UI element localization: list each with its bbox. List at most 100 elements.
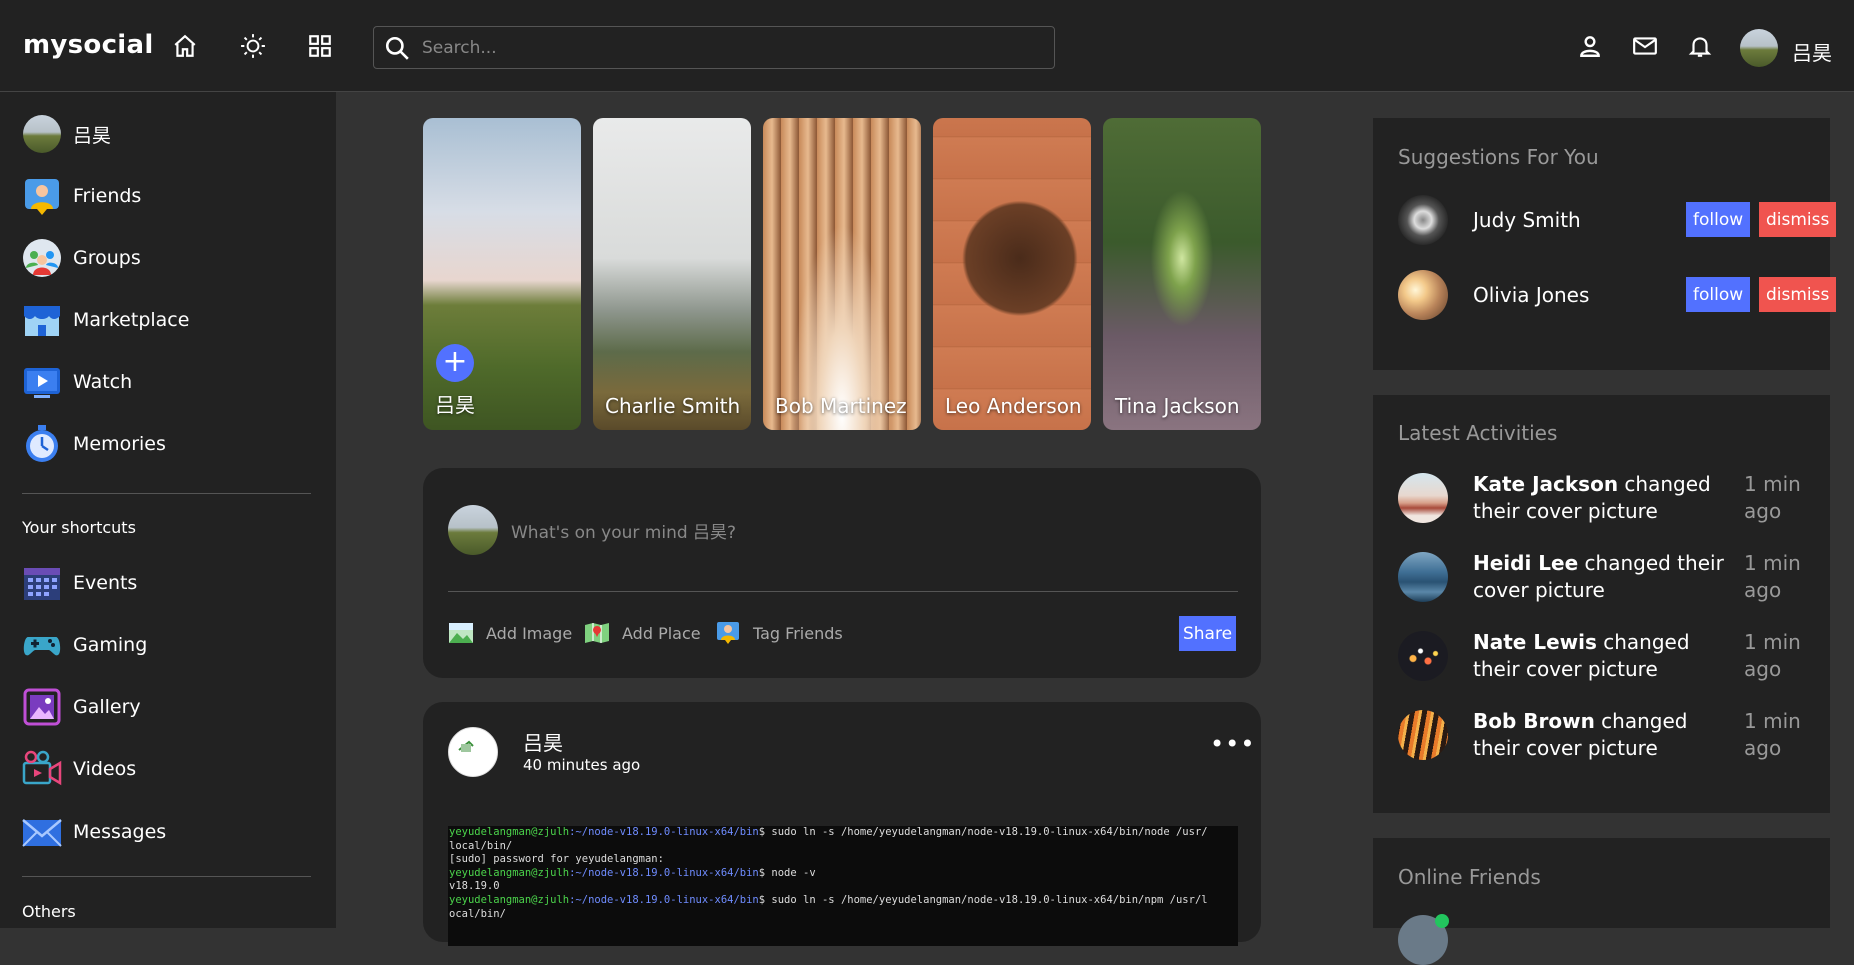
search-bar[interactable]	[373, 26, 1055, 69]
sidebar-item-friends[interactable]: Friends	[22, 174, 141, 218]
marketplace-icon	[24, 306, 60, 336]
add-image-label: Add Image	[486, 623, 573, 643]
add-story-plus-icon[interactable]: +	[436, 344, 474, 382]
map-icon	[585, 623, 609, 643]
post-image-terminal: yeyudelangman@zjulh:~/node-v18.19.0-linu…	[448, 826, 1238, 946]
story-card[interactable]: Tina Jackson	[1103, 118, 1261, 430]
friends-icon	[25, 179, 59, 215]
activity-user[interactable]: Nate Lewis	[1473, 630, 1597, 654]
sidebar-item-events[interactable]: Events	[22, 561, 137, 605]
sidebar-item-label: Gallery	[73, 696, 141, 718]
terminal-line: v18.19.0	[449, 880, 500, 893]
terminal-path: :~/node-v18.19.0-linux-x64/bin	[569, 866, 759, 879]
terminal-path: :~/node-v18.19.0-linux-x64/bin	[569, 826, 759, 838]
activity-avatar[interactable]	[1398, 631, 1448, 681]
sidebar-item-groups[interactable]: Groups	[22, 236, 141, 280]
activity-user[interactable]: Kate Jackson	[1473, 472, 1618, 496]
compose-input[interactable]: What's on your mind 吕昊?	[511, 518, 736, 543]
sidebar-item-label: Messages	[73, 821, 167, 843]
search-icon	[385, 36, 409, 60]
sidebar-item-label: Videos	[73, 758, 137, 780]
gaming-icon	[23, 637, 61, 656]
top-navbar: mysocial 吕昊	[0, 0, 1854, 92]
search-input[interactable]	[422, 33, 1022, 63]
follow-button[interactable]: follow	[1686, 277, 1751, 312]
more-options-icon[interactable]: •••	[1210, 730, 1255, 758]
sidebar-divider	[22, 876, 311, 877]
terminal-line: [sudo] password for yeyudelangman:	[449, 853, 664, 866]
mail-icon[interactable]	[1632, 33, 1658, 59]
sidebar-item-label: 吕昊	[73, 124, 112, 147]
sidebar-item-gallery[interactable]: Gallery	[22, 685, 141, 729]
dismiss-button[interactable]: dismiss	[1759, 277, 1837, 312]
app-logo[interactable]: mysocial	[23, 30, 154, 60]
compose-avatar	[448, 505, 498, 555]
sidebar-item-label: Memories	[73, 433, 166, 455]
sidebar-item-profile[interactable]: 吕昊	[22, 112, 111, 156]
terminal-user: yeyudelangman@zjulh	[449, 826, 570, 838]
dismiss-button[interactable]: dismiss	[1759, 202, 1837, 237]
online-friends-title: Online Friends	[1398, 865, 1541, 889]
bell-icon[interactable]	[1687, 33, 1713, 59]
activity-avatar[interactable]	[1398, 552, 1448, 602]
add-image-button[interactable]: Add Image	[448, 621, 572, 645]
follow-button[interactable]: follow	[1686, 202, 1751, 237]
person-icon[interactable]	[1577, 33, 1603, 59]
sidebar-item-label: Events	[73, 572, 138, 594]
terminal-line: yeyudelangman@zjulh:~/node-v18.19.0-linu…	[449, 894, 1238, 908]
online-status-dot	[1435, 914, 1449, 928]
top-user-name[interactable]: 吕昊	[1792, 37, 1832, 66]
post-author-name[interactable]: 吕昊	[523, 727, 563, 756]
add-place-button[interactable]: Add Place	[584, 621, 701, 645]
friends-icon	[717, 622, 739, 644]
activity-text: Bob Brown changed their cover picture	[1473, 708, 1733, 762]
activity-user[interactable]: Bob Brown	[1473, 709, 1595, 733]
terminal-path: :~/node-v18.19.0-linux-x64/bin	[569, 893, 759, 906]
sidebar-item-gaming[interactable]: Gaming	[22, 623, 147, 667]
sidebar-item-messages[interactable]: Messages	[22, 810, 166, 854]
sidebar-item-label: Gaming	[73, 634, 148, 656]
sidebar-item-label: Friends	[73, 185, 142, 207]
story-name: 吕昊	[435, 393, 475, 417]
tag-friends-label: Tag Friends	[753, 623, 843, 643]
story-card[interactable]: Bob Martinez	[763, 118, 921, 430]
post-author-avatar[interactable]	[448, 727, 498, 777]
terminal-cmd: $ node -v	[758, 866, 816, 879]
sidebar-item-watch[interactable]: Watch	[22, 360, 132, 404]
left-sidebar: 吕昊 Friends Groups Marketplace Watch Memo…	[0, 92, 336, 928]
watch-icon	[24, 368, 60, 398]
story-card[interactable]: Leo Anderson	[933, 118, 1091, 430]
sidebar-item-videos[interactable]: Videos	[22, 747, 136, 791]
home-icon[interactable]	[172, 33, 198, 59]
sidebar-item-marketplace[interactable]: Marketplace	[22, 298, 189, 342]
theme-toggle-icon[interactable]	[240, 33, 266, 59]
story-name: Charlie Smith	[605, 394, 741, 418]
activity-user[interactable]: Heidi Lee	[1473, 551, 1578, 575]
activity-text: Kate Jackson changed their cover picture	[1473, 471, 1733, 525]
suggestion-avatar[interactable]	[1398, 195, 1448, 245]
suggestion-avatar[interactable]	[1398, 270, 1448, 320]
activity-text: Nate Lewis changed their cover picture	[1473, 629, 1733, 683]
sidebar-item-memories[interactable]: Memories	[22, 422, 166, 466]
compose-divider	[448, 591, 1238, 592]
apps-grid-icon[interactable]	[307, 33, 333, 59]
terminal-line: local/bin/	[449, 839, 513, 852]
activity-time: 1 min ago	[1744, 709, 1801, 760]
share-button[interactable]: Share	[1179, 616, 1236, 651]
others-title: Others	[22, 902, 76, 921]
memories-icon	[26, 425, 58, 462]
add-place-label: Add Place	[622, 623, 701, 643]
terminal-line: yeyudelangman@zjulh:~/node-v18.19.0-linu…	[449, 826, 1238, 840]
post-card: 吕昊 40 minutes ago ••• yeyudelangman@zjul…	[423, 702, 1261, 946]
story-card[interactable]: + 吕昊	[423, 118, 581, 430]
top-user-avatar[interactable]	[1740, 29, 1778, 67]
tag-friends-button[interactable]: Tag Friends	[715, 621, 843, 645]
story-card[interactable]: Charlie Smith	[593, 118, 751, 430]
suggestion-name[interactable]: Judy Smith	[1473, 208, 1663, 232]
sidebar-divider	[22, 493, 311, 494]
activity-avatar[interactable]	[1398, 473, 1448, 523]
suggestion-row: Judy Smith follow dismiss	[1398, 195, 1837, 245]
activity-time: 1 min ago	[1744, 630, 1801, 681]
activity-avatar[interactable]	[1398, 710, 1448, 760]
suggestion-name[interactable]: Olivia Jones	[1473, 283, 1663, 307]
